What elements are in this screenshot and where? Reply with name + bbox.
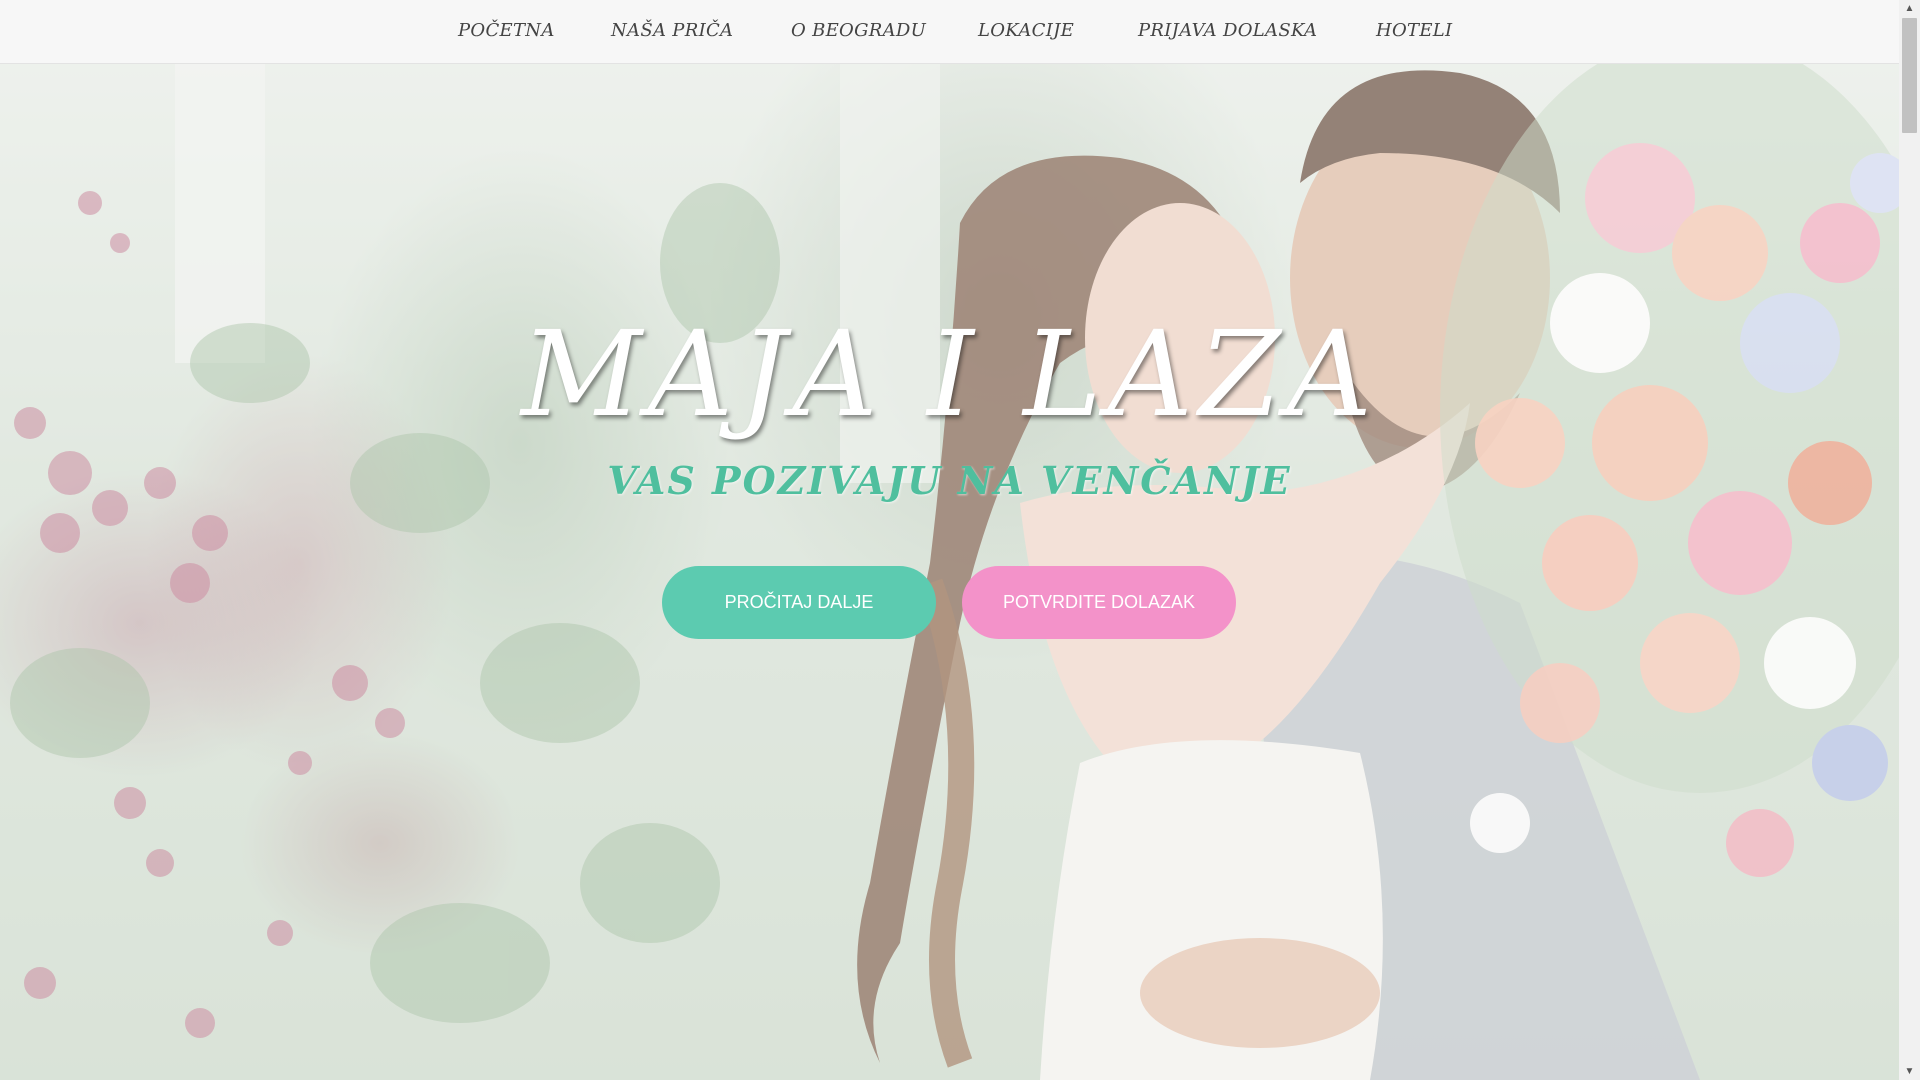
nav-item-lokacije[interactable]: LOKACIJE xyxy=(978,20,1074,41)
scroll-up-icon[interactable]: ▲ xyxy=(1899,0,1920,17)
hero-background-photo xyxy=(0,63,1899,1080)
nav-item-o-beogradu[interactable]: O BEOGRADU xyxy=(791,20,926,41)
vertical-scrollbar[interactable]: ▲ ▼ xyxy=(1899,0,1920,1080)
hero-title: MAJA I LAZA xyxy=(521,305,1378,443)
top-navigation: POČETNA NAŠA PRIČA O BEOGRADU LOKACIJE P… xyxy=(0,0,1899,64)
nav-item-hoteli[interactable]: HOTELI xyxy=(1376,20,1452,41)
scrollbar-thumb[interactable] xyxy=(1902,18,1917,133)
hero-subtitle: VAS POZIVAJU NA VENČANJE xyxy=(607,458,1292,503)
nav-item-nasa-prica[interactable]: NAŠA PRIČA xyxy=(611,20,733,41)
scroll-down-icon[interactable]: ▼ xyxy=(1899,1063,1920,1080)
page: POČETNA NAŠA PRIČA O BEOGRADU LOKACIJE P… xyxy=(0,0,1899,1080)
rsvp-button[interactable]: POTVRDITE DOLAZAK xyxy=(962,566,1236,639)
nav-item-prijava-dolaska[interactable]: PRIJAVA DOLASKA xyxy=(1138,20,1317,41)
hero-overlay xyxy=(0,63,1899,1080)
read-more-button[interactable]: PROČITAJ DALJE xyxy=(662,566,936,639)
nav-item-pocetna[interactable]: POČETNA xyxy=(458,20,555,41)
